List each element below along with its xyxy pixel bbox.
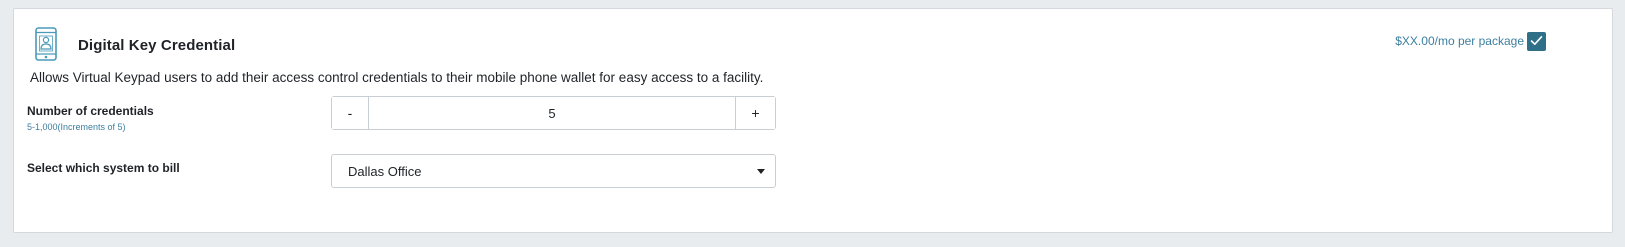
increment-button[interactable]: +	[735, 97, 775, 129]
credentials-label: Number of credentials	[27, 104, 154, 118]
mobile-phone-icon	[35, 27, 57, 61]
price-label: $XX.00/mo per package	[1395, 34, 1524, 48]
checkmark-icon	[1530, 33, 1543, 51]
credentials-stepper: - 5 +	[331, 96, 776, 130]
select-product-checkbox[interactable]	[1527, 32, 1546, 51]
credentials-value[interactable]: 5	[369, 97, 735, 129]
decrement-button[interactable]: -	[332, 97, 369, 129]
credentials-hint: 5-1,000(Increments of 5)	[27, 122, 126, 132]
billing-system-select[interactable]: Dallas Office	[331, 154, 776, 188]
billing-system-label: Select which system to bill	[27, 161, 180, 175]
product-card: Digital Key Credential $XX.00/mo per pac…	[13, 8, 1613, 233]
billing-system-value: Dallas Office	[348, 164, 422, 179]
product-description: Allows Virtual Keypad users to add their…	[30, 70, 764, 85]
product-title: Digital Key Credential	[78, 37, 236, 54]
chevron-down-icon	[757, 169, 765, 174]
